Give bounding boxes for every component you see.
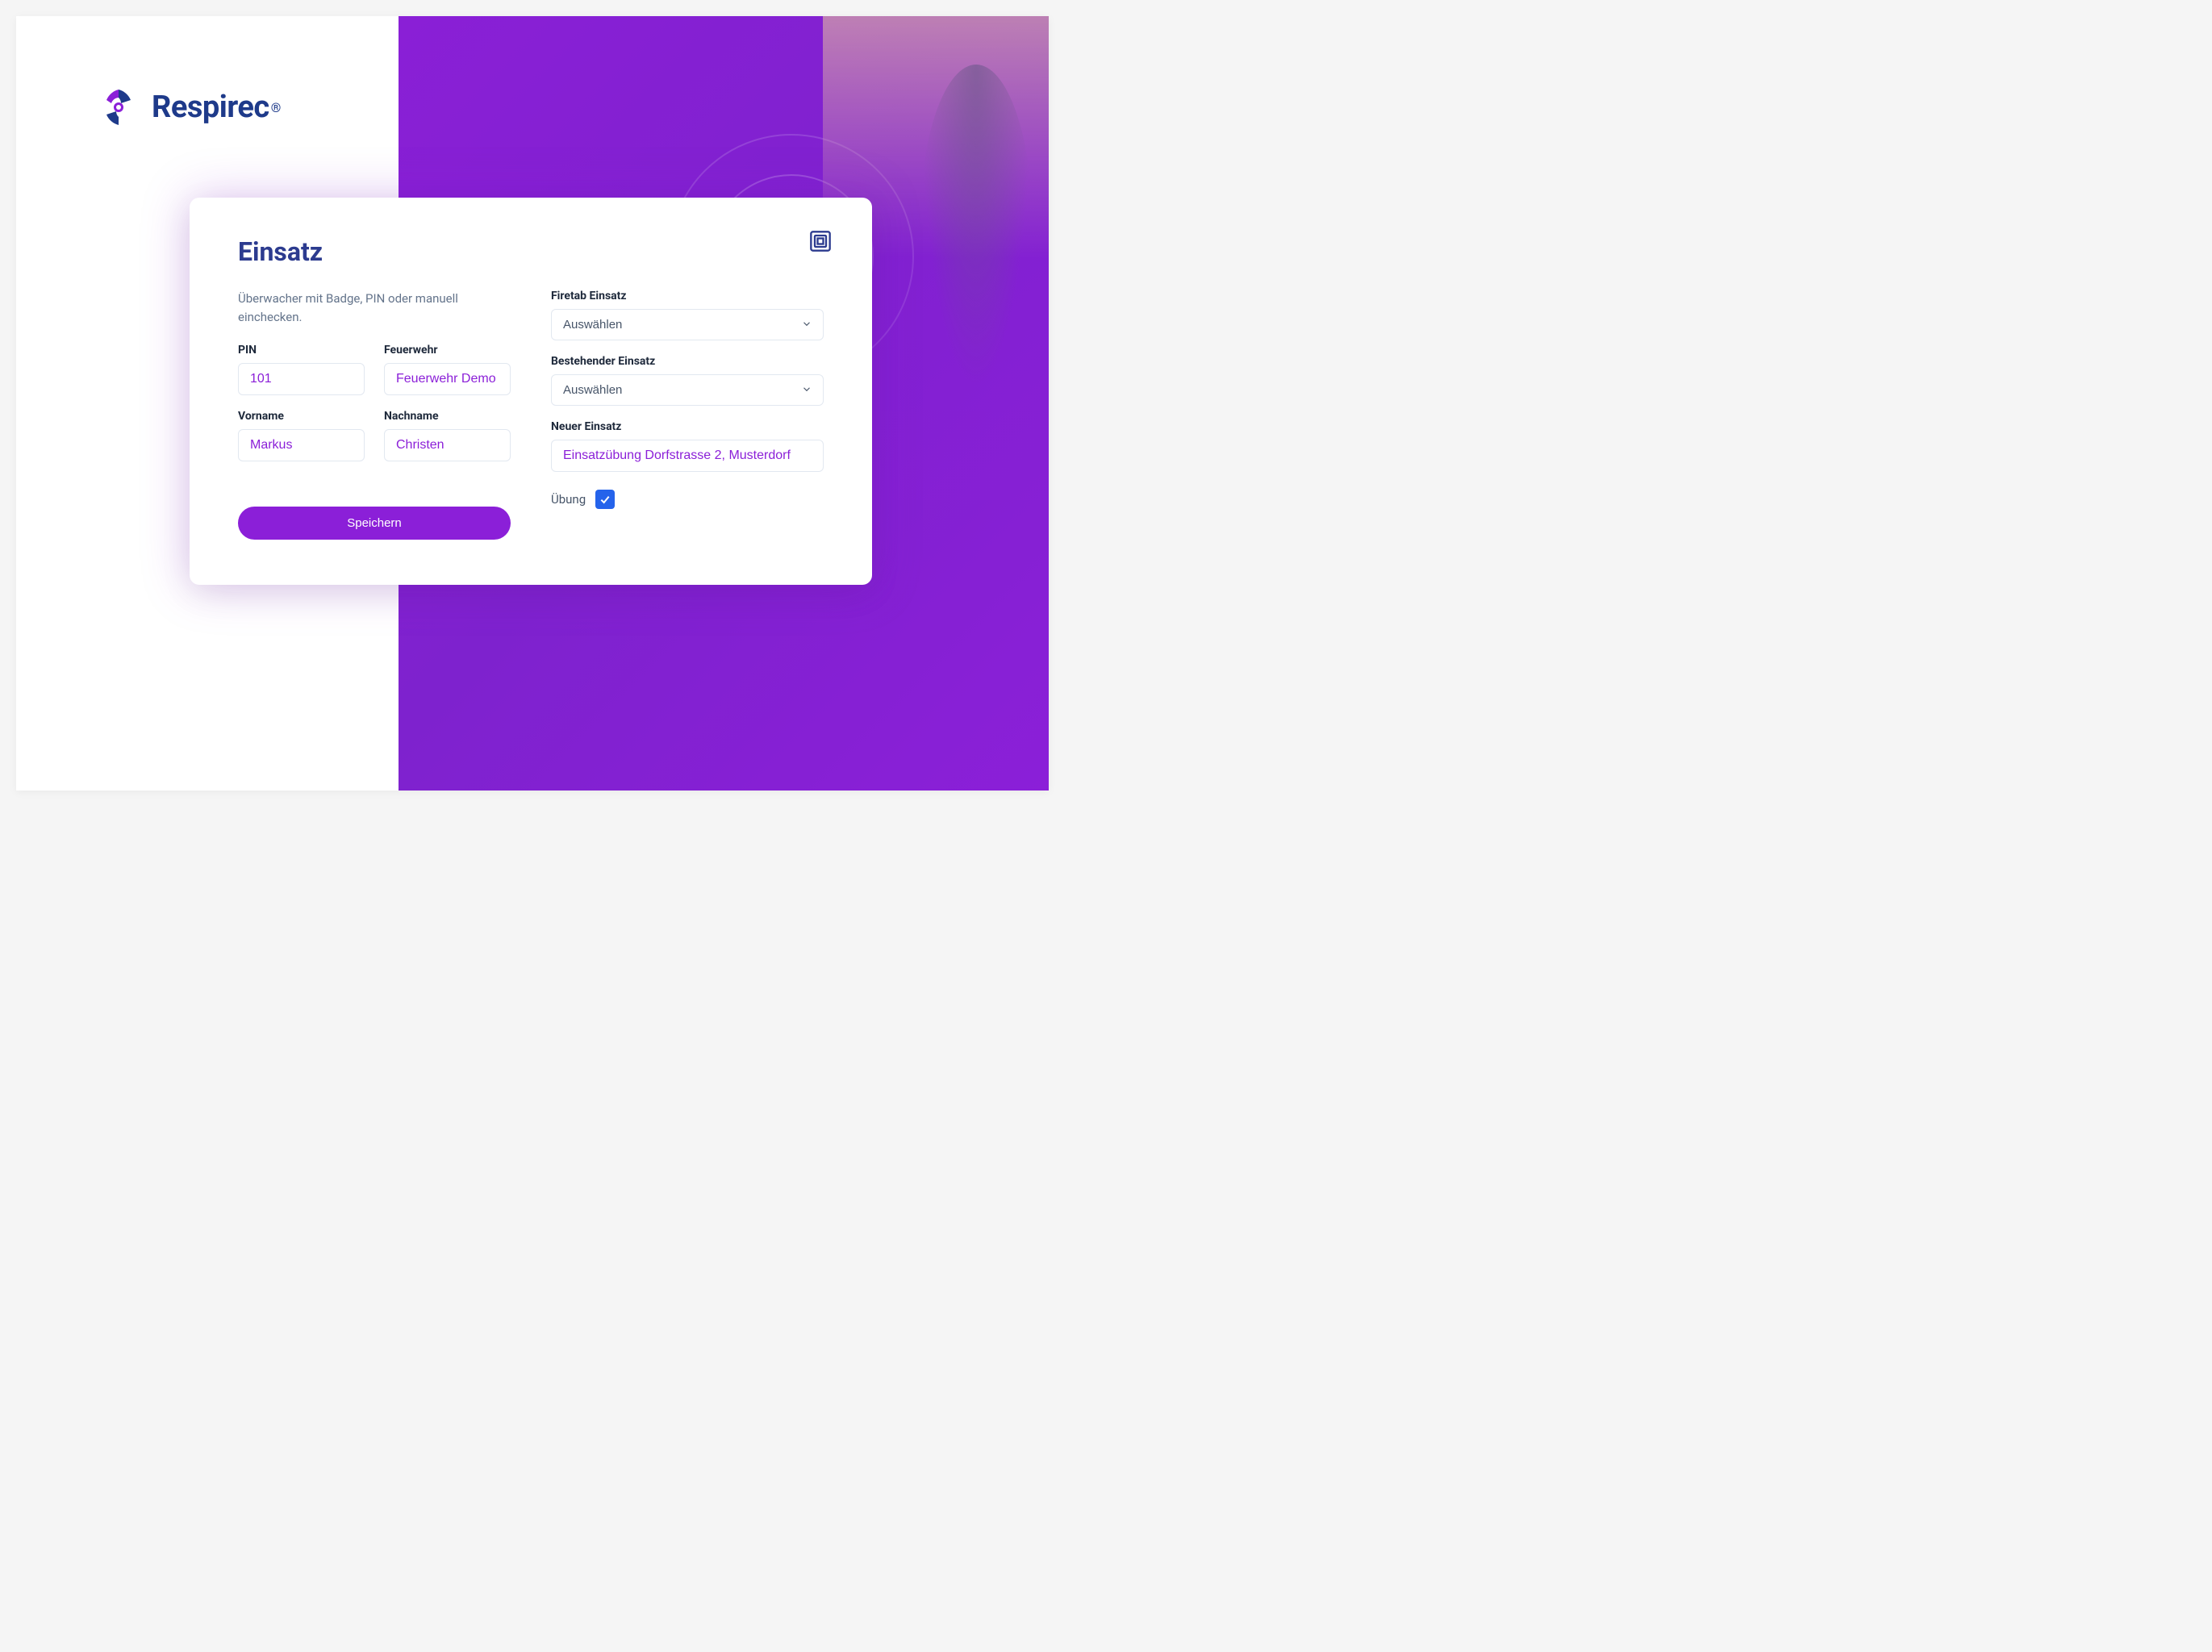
trademark-symbol: ® (271, 100, 282, 115)
vorname-label: Vorname (238, 410, 365, 423)
field-group-feuerwehr: Feuerwehr (384, 344, 511, 395)
nfc-icon[interactable] (809, 230, 832, 252)
brand-logo: Respirec® (97, 86, 281, 129)
field-group-vorname: Vorname (238, 410, 365, 461)
field-group-firetab: Firetab Einsatz Auswählen (551, 290, 824, 340)
firetab-select[interactable]: Auswählen (551, 309, 824, 340)
bestehender-select-wrapper: Auswählen (551, 374, 824, 406)
brand-name: Respirec® (152, 90, 281, 125)
logo-mark-icon (97, 86, 140, 129)
feuerwehr-input[interactable] (384, 363, 511, 395)
neuer-label: Neuer Einsatz (551, 420, 824, 433)
firetab-select-wrapper: Auswählen (551, 309, 824, 340)
card-grid: Überwacher mit Badge, PIN oder manuell e… (238, 290, 824, 540)
field-group-pin: PIN (238, 344, 365, 395)
nachname-input[interactable] (384, 429, 511, 461)
right-column: Firetab Einsatz Auswählen Bestehender Ei… (551, 290, 824, 540)
save-button[interactable]: Speichern (238, 507, 511, 540)
neuer-einsatz-input[interactable] (551, 440, 824, 472)
bestehender-select[interactable]: Auswählen (551, 374, 824, 406)
field-group-bestehender: Bestehender Einsatz Auswählen (551, 355, 824, 406)
uebung-row: Übung (551, 490, 824, 509)
nachname-label: Nachname (384, 410, 511, 423)
card-title: Einsatz (238, 236, 824, 267)
page-container: Respirec® Einsatz Überwacher mit Badge, … (16, 16, 1049, 791)
brand-text: Respirec (152, 90, 269, 125)
check-icon (599, 493, 611, 506)
uebung-label: Übung (551, 492, 586, 507)
bestehender-label: Bestehender Einsatz (551, 355, 824, 368)
field-group-neuer: Neuer Einsatz (551, 420, 824, 472)
row-vorname-nachname: Vorname Nachname (238, 410, 511, 461)
field-group-nachname: Nachname (384, 410, 511, 461)
pin-input[interactable] (238, 363, 365, 395)
vorname-input[interactable] (238, 429, 365, 461)
row-pin-feuerwehr: PIN Feuerwehr (238, 344, 511, 395)
einsatz-card: Einsatz Überwacher mit Badge, PIN oder m… (190, 198, 872, 585)
pin-label: PIN (238, 344, 365, 357)
uebung-checkbox[interactable] (595, 490, 615, 509)
firetab-label: Firetab Einsatz (551, 290, 824, 302)
feuerwehr-label: Feuerwehr (384, 344, 511, 357)
left-column: Überwacher mit Badge, PIN oder manuell e… (238, 290, 511, 540)
card-description: Überwacher mit Badge, PIN oder manuell e… (238, 290, 511, 326)
